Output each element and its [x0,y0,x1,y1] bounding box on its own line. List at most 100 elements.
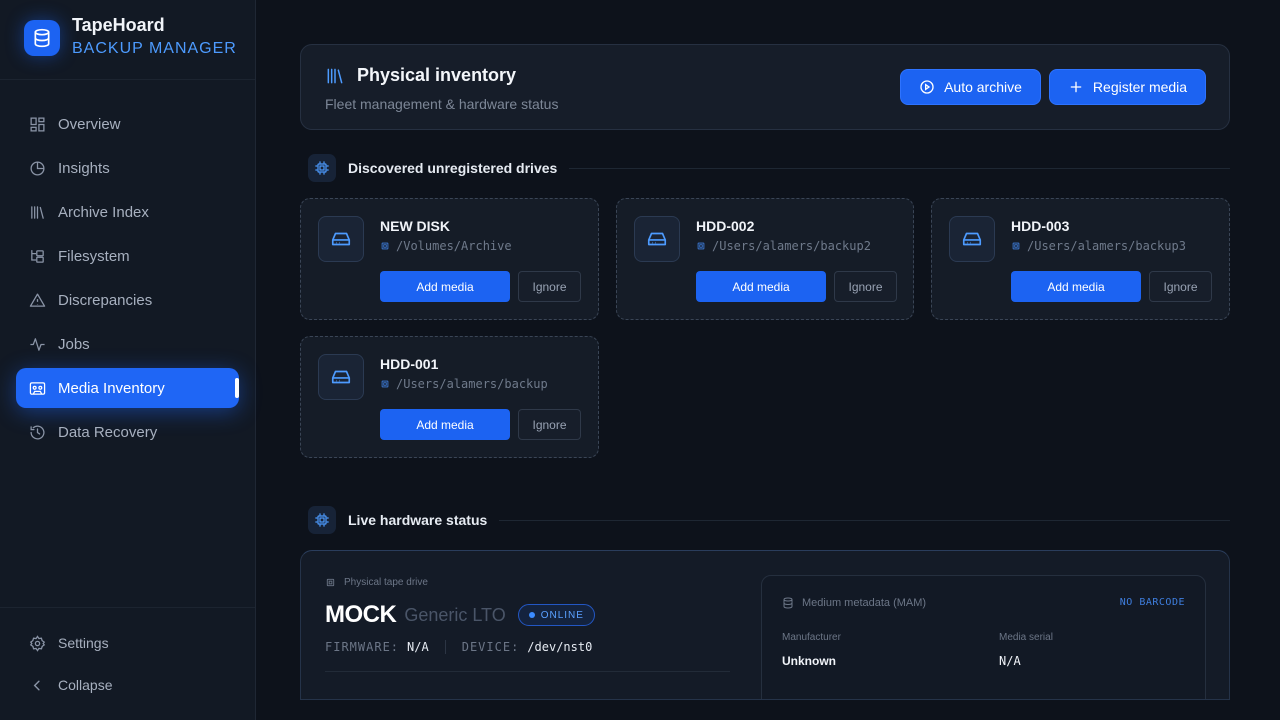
firmware-value: N/A [407,640,429,654]
sidebar-item-label: Filesystem [58,247,130,265]
settings-label: Settings [58,635,109,651]
drive-path: /Users/alamers/backup3 [1011,239,1186,253]
ignore-button[interactable]: Ignore [834,271,897,302]
drive-name: NEW DISK [380,218,450,234]
status-dot [528,612,535,618]
drive-type-label: Physical tape drive [325,577,428,588]
divider [325,671,730,672]
settings-button[interactable]: Settings [28,634,109,652]
sidebar-item-filesystem[interactable]: Filesystem [16,236,239,276]
page-subtitle: Fleet management & hardware status [325,96,559,112]
grid-icon [28,115,46,133]
section-title: Discovered unregistered drives [348,160,558,176]
gear-icon [28,634,46,652]
chip-icon [308,154,336,182]
media-serial-label: Media serial [999,632,1053,643]
chip-icon [380,379,390,389]
play-circle-icon [919,79,935,95]
sidebar-nav: Overview Insights Archive Index Filesyst… [16,104,239,456]
drive-type-text: Physical tape drive [344,577,428,588]
main-content: Physical inventory Fleet management & ha… [256,0,1280,720]
library-icon [325,66,345,86]
drive-card: HDD-003 /Users/alamers/backup3 Add media… [931,198,1230,320]
brand[interactable]: TapeHoard BACKUP MANAGER [24,14,237,62]
sidebar-item-label: Insights [58,159,110,177]
add-media-button[interactable]: Add media [696,271,826,302]
app-subtitle: BACKUP MANAGER [72,40,237,57]
firmware-key: FIRMWARE: [325,640,400,654]
collapse-button[interactable]: Collapse [28,676,112,694]
drive-meta: FIRMWARE: N/A DEVICE: /dev/nst0 [325,640,592,654]
ignore-button[interactable]: Ignore [518,271,581,302]
divider [499,519,1230,521]
manufacturer-value: Unknown [782,654,836,668]
drive-path-text: /Users/alamers/backup [396,377,548,391]
discovered-section-header: Discovered unregistered drives [308,154,1230,182]
mam-panel: Medium metadata (MAM) NO BARCODE Manufac… [761,575,1206,699]
drive-path: /Users/alamers/backup [380,377,548,391]
sidebar-item-jobs[interactable]: Jobs [16,324,239,364]
ignore-button[interactable]: Ignore [1149,271,1212,302]
sidebar-item-label: Discrepancies [58,291,153,309]
folder-tree-icon [28,247,46,265]
hard-drive-icon [318,216,364,262]
drive-path: /Users/alamers/backup2 [696,239,871,253]
auto-archive-label: Auto archive [944,79,1022,95]
divider [569,167,1230,169]
drive-name: HDD-001 [380,356,439,372]
chip-icon [380,241,390,251]
drive-card: HDD-001 /Users/alamers/backup Add media … [300,336,599,458]
sidebar-item-discrepancies[interactable]: Discrepancies [16,280,239,320]
hardware-section-header: Live hardware status [308,506,1230,534]
status-text: ONLINE [540,609,584,621]
register-media-button[interactable]: Register media [1049,69,1206,105]
drive-name: MOCK [325,601,397,628]
register-media-label: Register media [1092,79,1188,95]
sidebar: TapeHoard BACKUP MANAGER Overview Insigh… [0,0,256,720]
plus-icon [1068,79,1084,95]
section-title: Live hardware status [348,512,488,528]
divider [0,607,255,608]
drive-title: MOCK Generic LTO ONLINE [325,601,595,629]
auto-archive-button[interactable]: Auto archive [900,69,1041,105]
page-title: Physical inventory [357,65,517,85]
media-serial-value: N/A [999,654,1021,668]
chevron-left-icon [28,676,46,694]
ignore-button[interactable]: Ignore [518,409,581,440]
hard-drive-icon [634,216,680,262]
sidebar-item-insights[interactable]: Insights [16,148,239,188]
sidebar-item-overview[interactable]: Overview [16,104,239,144]
hard-drive-icon [949,216,995,262]
drive-path-text: /Users/alamers/backup3 [1027,239,1186,253]
hard-drive-icon [318,354,364,400]
app-name: TapeHoard [72,15,165,35]
chip-icon [308,506,336,534]
warning-icon [28,291,46,309]
sidebar-item-label: Overview [58,115,121,133]
chip-icon [1011,241,1021,251]
activity-icon [28,335,46,353]
sidebar-item-archive-index[interactable]: Archive Index [16,192,239,232]
collapse-label: Collapse [58,677,113,693]
add-media-button[interactable]: Add media [1011,271,1141,302]
library-icon [28,203,46,221]
add-media-button[interactable]: Add media [380,271,510,302]
sidebar-item-label: Data Recovery [58,423,158,441]
sidebar-item-data-recovery[interactable]: Data Recovery [16,412,239,452]
add-media-button[interactable]: Add media [380,409,510,440]
status-badge: ONLINE [517,604,595,626]
drive-model: Generic LTO [404,604,506,625]
manufacturer-label: Manufacturer [782,632,841,643]
sidebar-item-media-inventory[interactable]: Media Inventory [16,368,239,408]
barcode-value: NO BARCODE [1119,597,1185,608]
drive-card: NEW DISK /Volumes/Archive Add media Igno… [300,198,599,320]
sidebar-item-label: Jobs [58,335,90,353]
history-icon [28,423,46,441]
pie-chart-icon [28,159,46,177]
sidebar-item-label: Archive Index [58,203,149,221]
drive-card: HDD-002 /Users/alamers/backup2 Add media… [616,198,914,320]
chip-icon [696,241,706,251]
divider [0,79,255,80]
sidebar-item-label: Media Inventory [58,379,165,397]
drive-name: HDD-002 [696,218,755,234]
